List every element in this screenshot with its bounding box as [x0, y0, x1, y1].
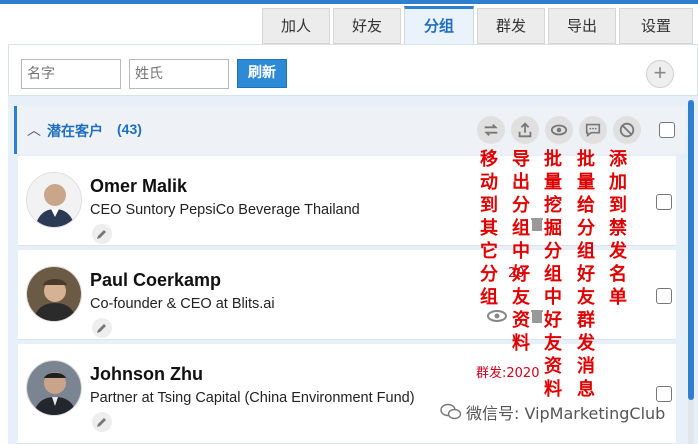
- contact-name: Omer Malik: [90, 176, 188, 196]
- chevron-up-icon[interactable]: ︿: [27, 120, 41, 140]
- group-count: (43): [117, 121, 142, 137]
- contact-title: Co-founder & CEO at Blits.ai: [90, 296, 275, 312]
- wechat-logo-icon: [440, 403, 462, 420]
- avatar: [26, 360, 82, 416]
- annotation-export: 导出分组中好友资料: [512, 149, 530, 354]
- tab-groups[interactable]: 分组: [404, 6, 474, 46]
- view-icon[interactable]: [486, 308, 508, 324]
- contact-title: CEO Suntory PepsiCo Beverage Thailand: [90, 202, 360, 218]
- annotation-message: 批量给分组好友群发消息: [577, 149, 595, 400]
- annotation-block: 添加到禁发名单: [609, 149, 627, 308]
- group-header[interactable]: ︿ 潜在客户 (43): [14, 106, 686, 154]
- first-name-input[interactable]: [21, 59, 121, 89]
- group-name: 潜在客户: [47, 124, 103, 140]
- group-select-checkbox[interactable]: [659, 122, 675, 138]
- edit-icon[interactable]: [92, 318, 112, 338]
- contact-title: Partner at Tsing Capital (China Environm…: [90, 390, 415, 406]
- annotation-mine: 批量挖掘分组中好友资料: [544, 149, 562, 400]
- avatar: [26, 266, 82, 322]
- edit-icon[interactable]: [92, 224, 112, 244]
- tab-friends[interactable]: 好友: [333, 8, 401, 44]
- avatar: [26, 172, 82, 228]
- view-icon[interactable]: [545, 116, 573, 144]
- scroll-thumb[interactable]: [688, 100, 694, 400]
- tab-bar: 加人 好友 分组 群发 导出 设置: [0, 4, 698, 46]
- annotation-move: 移动到其它分组: [480, 149, 498, 308]
- watermark: 微信号: VipMarketingClub: [466, 404, 666, 423]
- add-group-button[interactable]: +: [646, 60, 674, 88]
- message-icon[interactable]: [579, 116, 607, 144]
- tab-settings[interactable]: 设置: [619, 8, 693, 44]
- move-icon[interactable]: [477, 116, 505, 144]
- edit-icon[interactable]: [92, 412, 112, 432]
- scrollbar[interactable]: [688, 100, 694, 444]
- contact-select-checkbox[interactable]: [656, 194, 672, 210]
- contact-select-checkbox[interactable]: [656, 288, 672, 304]
- tab-add-people[interactable]: 加人: [262, 8, 330, 44]
- refresh-button[interactable]: 刷新: [237, 59, 287, 88]
- contact-name: Paul Coerkamp: [90, 270, 222, 290]
- last-name-input[interactable]: [129, 59, 229, 89]
- search-row: 刷新 +: [8, 44, 698, 96]
- tab-mass-send[interactable]: 群发: [477, 8, 545, 44]
- export-icon[interactable]: [511, 116, 539, 144]
- contact-name: Johnson Zhu: [90, 364, 203, 384]
- send-status: 群发:2020: [476, 366, 540, 381]
- block-icon[interactable]: [613, 116, 641, 144]
- tab-export[interactable]: 导出: [548, 8, 616, 44]
